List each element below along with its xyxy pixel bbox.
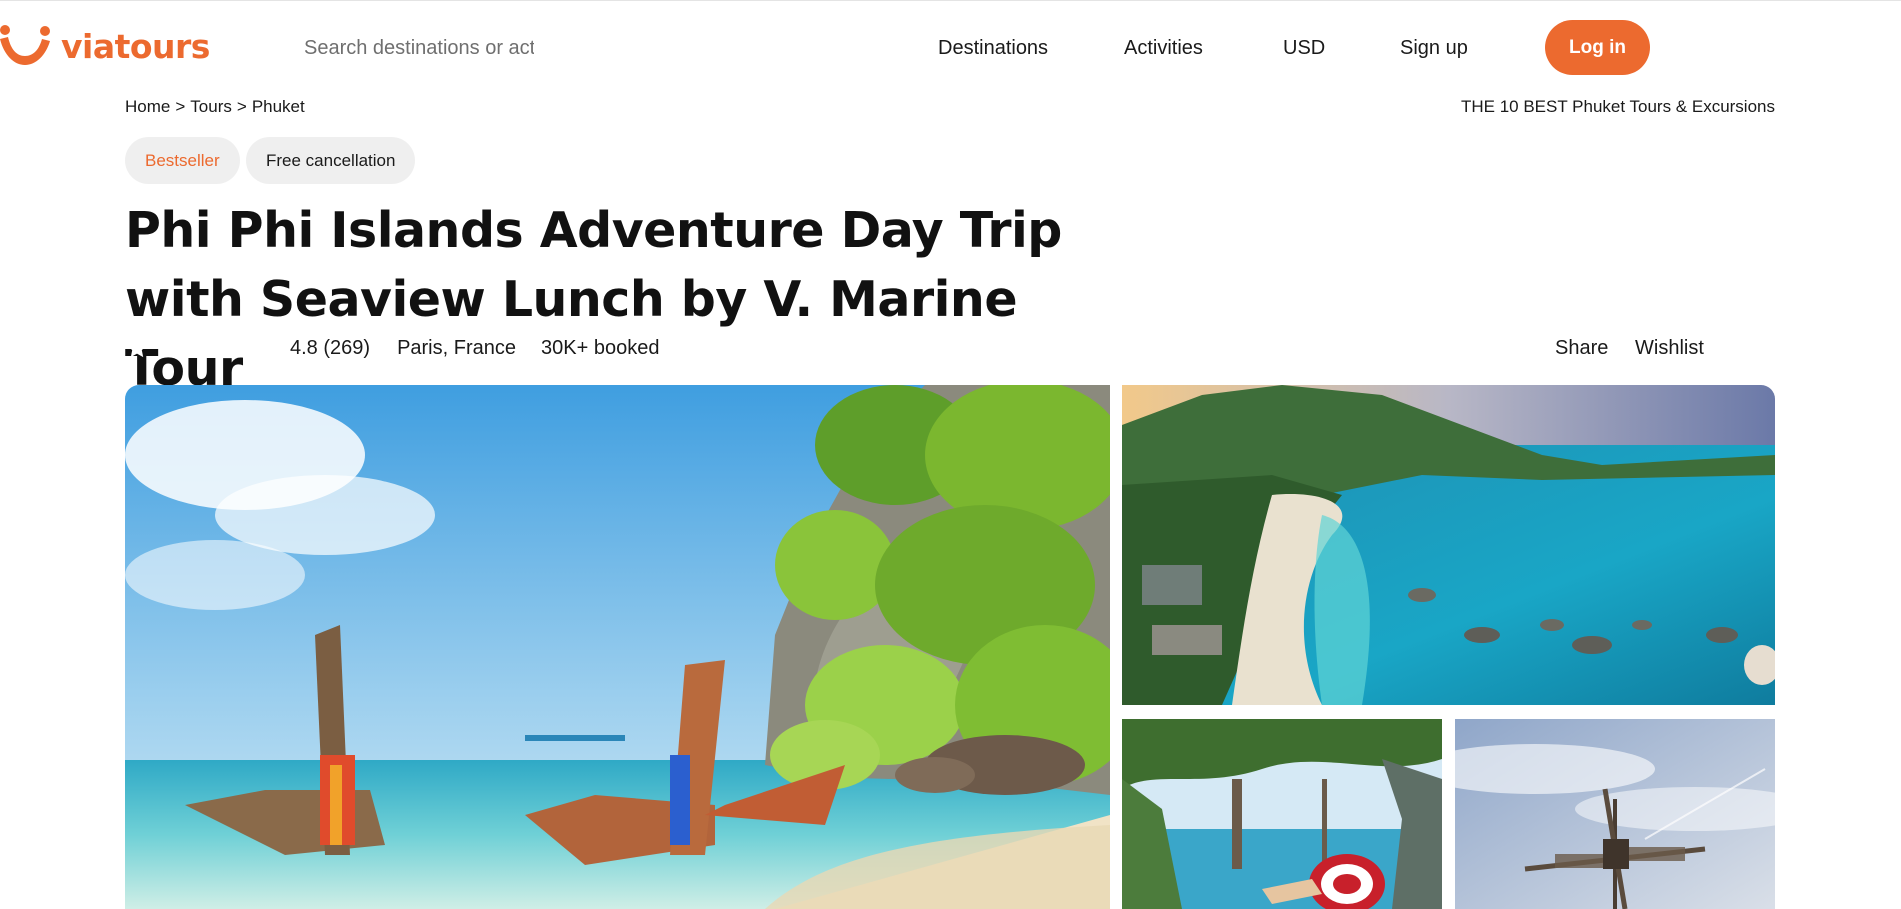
rating-stars [125, 336, 290, 360]
brand-logo[interactable]: viatours [0, 25, 210, 69]
share-button[interactable]: Share [1555, 336, 1608, 360]
free-cancellation-badge: Free cancellation [246, 137, 416, 184]
tour-title: Phi Phi Islands Adventure Day Trip with … [125, 202, 1062, 397]
breadcrumb-tours[interactable]: Tours [190, 97, 232, 116]
rating-text[interactable]: 4.8 (269) [290, 337, 370, 360]
top-header: viatours Destinations Activities USD Sig… [0, 0, 1901, 94]
gallery-photo-windmill[interactable] [1455, 719, 1775, 909]
tour-meta: 4.8 (269) Paris, France 30K+ booked [125, 336, 659, 360]
star-icon [156, 336, 184, 360]
star-icon [249, 336, 277, 360]
currency-selector[interactable]: USD [1283, 31, 1325, 65]
breadcrumb-separator: > [175, 97, 186, 116]
gallery-photo-swing[interactable] [1122, 719, 1442, 909]
logo-mark-icon [0, 25, 52, 69]
breadcrumb-phuket[interactable]: Phuket [252, 97, 305, 116]
star-icon [218, 336, 246, 360]
gallery-photo-main[interactable] [125, 385, 1110, 909]
best-tours-link[interactable]: THE 10 BEST Phuket Tours & Excursions [1461, 96, 1775, 118]
breadcrumb-separator: > [236, 97, 247, 116]
search-input[interactable] [304, 31, 534, 65]
nav-activities[interactable]: Activities [1124, 31, 1203, 65]
bestseller-badge: Bestseller [125, 137, 240, 184]
brand-name: viatours [61, 27, 210, 66]
signup-link[interactable]: Sign up [1400, 31, 1468, 65]
login-button[interactable]: Log in [1545, 20, 1650, 75]
star-icon [125, 336, 153, 360]
booked-count: 30K+ booked [541, 336, 660, 359]
gallery-photo-aerial-bay[interactable] [1122, 385, 1775, 705]
tour-location: Paris, France [397, 336, 516, 359]
nav-destinations[interactable]: Destinations [938, 31, 1048, 65]
wishlist-button[interactable]: Wishlist [1635, 336, 1704, 360]
breadcrumb: Home > Tours > Phuket [125, 96, 305, 118]
star-icon [187, 336, 215, 360]
breadcrumb-home[interactable]: Home [125, 97, 170, 116]
